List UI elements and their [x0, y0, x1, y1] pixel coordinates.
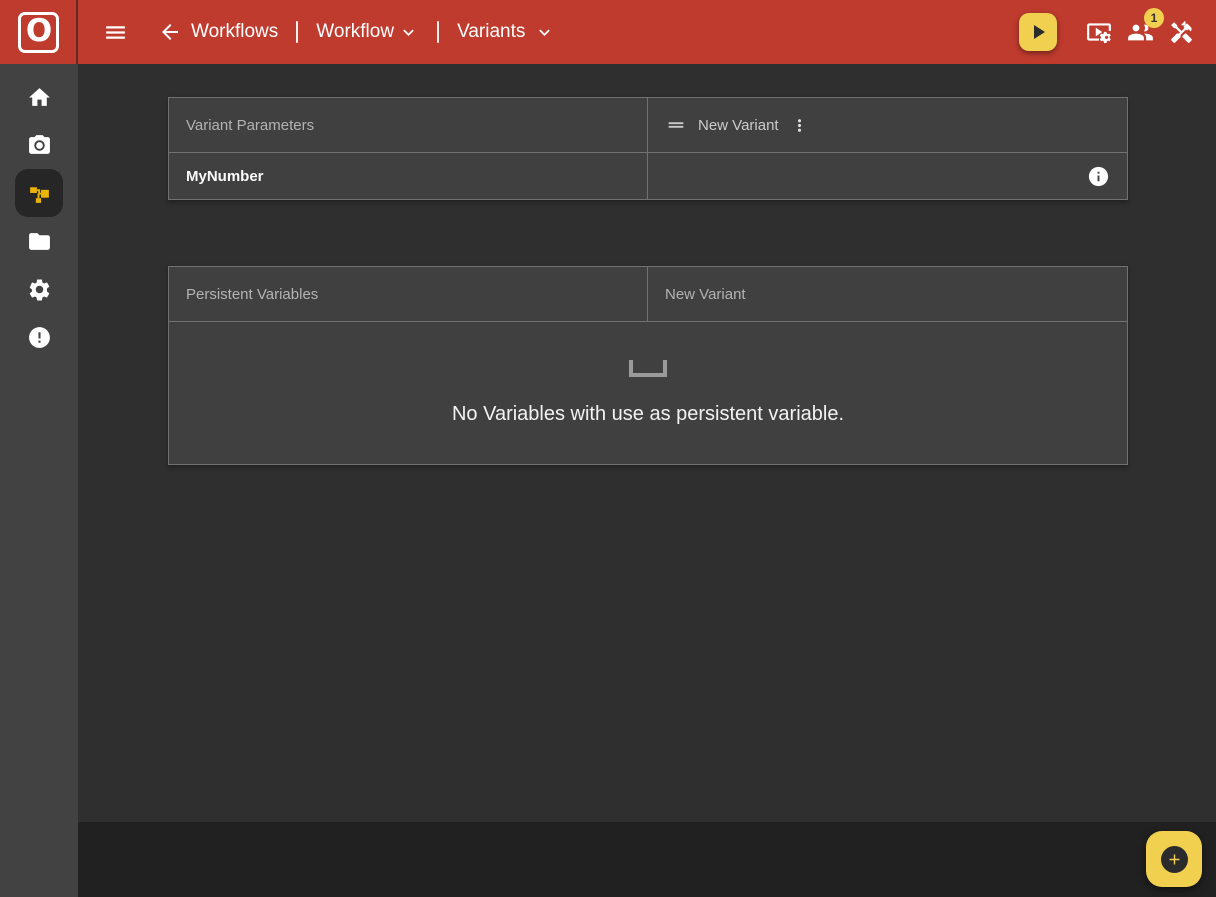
menu-icon — [103, 20, 128, 45]
tools-icon — [1169, 20, 1194, 45]
sidebar-item-workflows[interactable] — [15, 169, 63, 217]
parameter-info-button[interactable] — [1087, 165, 1110, 188]
persistent-variables-header-row: Persistent Variables New Variant — [169, 267, 1127, 321]
variant-drag-handle[interactable] — [665, 114, 687, 136]
variant-column-label: New Variant — [698, 117, 779, 134]
breadcrumb-workflow-dropdown[interactable]: Workflow — [316, 21, 419, 43]
sidebar — [0, 64, 78, 897]
breadcrumb-workflows[interactable]: Workflows — [191, 21, 278, 43]
add-variable-fab[interactable] — [1146, 831, 1202, 887]
variant-column-header-cell: New Variant — [648, 98, 1127, 152]
sidebar-item-errors[interactable] — [15, 313, 63, 361]
persistent-variables-empty-row: No Variables with use as persistent vari… — [169, 321, 1127, 464]
back-button[interactable] — [158, 20, 182, 44]
sidebar-item-files[interactable] — [15, 217, 63, 265]
breadcrumb-variants-label: Variants — [457, 21, 525, 43]
parameter-name: MyNumber — [186, 168, 264, 185]
content-area: Variant Parameters New Variant — [78, 64, 1216, 822]
notification-badge: 1 — [1144, 8, 1164, 28]
empty-state-message: No Variables with use as persistent vari… — [452, 403, 844, 426]
settings-icon — [27, 277, 52, 302]
table-row: MyNumber — [169, 152, 1127, 199]
variant-parameters-title: Variant Parameters — [186, 117, 314, 134]
variant-parameters-header-row: Variant Parameters New Variant — [169, 98, 1127, 152]
sidebar-item-home[interactable] — [15, 73, 63, 121]
breadcrumb-divider — [437, 21, 439, 43]
error-icon — [27, 325, 52, 350]
breadcrumb-workflows-label: Workflows — [191, 21, 278, 43]
app-logo[interactable]: O — [0, 0, 78, 64]
caret-down-icon — [398, 22, 419, 43]
persistent-variables-title: Persistent Variables — [186, 286, 318, 303]
camera-icon — [27, 133, 52, 158]
recording-settings-button[interactable] — [1086, 19, 1112, 45]
parameter-name-cell: MyNumber — [169, 153, 648, 199]
persistent-variant-column-label: New Variant — [665, 286, 746, 303]
info-icon — [1087, 165, 1110, 188]
breadcrumb-divider — [296, 21, 298, 43]
sidebar-item-settings[interactable] — [15, 265, 63, 313]
plus-icon — [1166, 851, 1183, 868]
menu-button[interactable] — [103, 20, 128, 45]
persistent-variables-title-cell: Persistent Variables — [169, 267, 648, 321]
home-icon — [27, 85, 52, 110]
empty-state: No Variables with use as persistent vari… — [169, 322, 1127, 464]
app-header: O Workflows Workflow Variants — [0, 0, 1216, 64]
sidebar-item-camera[interactable] — [15, 121, 63, 169]
fab-circle — [1161, 846, 1188, 873]
back-icon — [158, 20, 182, 44]
bottom-bar — [78, 822, 1216, 897]
section-gap — [168, 200, 1216, 266]
app-window: O Workflows Workflow Variants — [0, 0, 1216, 897]
variant-menu-button[interactable] — [790, 116, 809, 135]
video-settings-icon — [1086, 19, 1112, 45]
folder-icon — [27, 229, 52, 254]
header-actions: 1 — [1019, 13, 1194, 51]
empty-tray-icon — [629, 360, 667, 377]
breadcrumb-workflow-label: Workflow — [316, 21, 394, 43]
kebab-icon — [790, 116, 809, 135]
persistent-variables-table: Persistent Variables New Variant No Vari… — [168, 266, 1128, 465]
variant-parameters-table: Variant Parameters New Variant — [168, 97, 1128, 200]
drag-handle-icon — [665, 114, 687, 136]
workflow-tree-icon — [27, 181, 52, 206]
users-button[interactable]: 1 — [1127, 19, 1154, 46]
app-body: Variant Parameters New Variant — [0, 64, 1216, 897]
parameter-value-cell[interactable] — [648, 153, 1127, 199]
variant-parameters-title-cell: Variant Parameters — [169, 98, 648, 152]
tools-button[interactable] — [1169, 20, 1194, 45]
run-workflow-button[interactable] — [1019, 13, 1057, 51]
logo-letter: O — [26, 13, 52, 49]
caret-down-icon — [534, 22, 555, 43]
persistent-variant-header-cell: New Variant — [648, 267, 1127, 321]
play-icon — [1026, 20, 1050, 44]
main-area: Variant Parameters New Variant — [78, 64, 1216, 897]
breadcrumb-variants-dropdown[interactable]: Variants — [457, 21, 555, 43]
logo-mark: O — [18, 12, 59, 53]
